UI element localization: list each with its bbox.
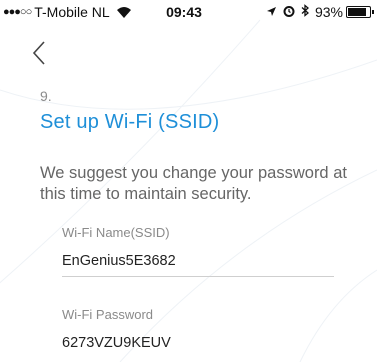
battery-fill <box>348 8 366 16</box>
ssid-input[interactable]: EnGenius5E3682 <box>62 253 334 275</box>
alarm-icon <box>283 4 295 20</box>
battery-icon <box>346 6 374 18</box>
chevron-left-icon <box>32 41 45 65</box>
back-button[interactable] <box>28 38 50 68</box>
status-right: 93% <box>266 4 374 20</box>
battery-percent: 93% <box>314 4 343 20</box>
password-label: Wi-Fi Password <box>62 307 154 322</box>
status-left: ●●●○○ T-Mobile NL <box>3 4 132 20</box>
step-description: We suggest you change your password at t… <box>40 164 347 203</box>
battery-nub <box>372 10 374 14</box>
ssid-field[interactable]: Wi-Fi Name(SSID) EnGenius5E3682 <box>62 225 334 277</box>
ssid-label: Wi-Fi Name(SSID) <box>62 225 170 240</box>
step-number: 9. <box>40 88 52 104</box>
status-time: 09:43 <box>166 4 202 20</box>
ssid-underline <box>62 276 334 277</box>
signal-strength-icon: ●●●○○ <box>3 6 32 18</box>
wifi-icon <box>116 5 132 19</box>
password-input[interactable]: 6273VZU9KEUV <box>62 335 334 357</box>
page-title: Set up Wi-Fi (SSID) <box>40 111 220 133</box>
location-arrow-icon <box>266 4 277 20</box>
carrier-name: T-Mobile NL <box>34 4 110 20</box>
bluetooth-icon <box>301 4 309 20</box>
password-field[interactable]: Wi-Fi Password 6273VZU9KEUV <box>62 307 334 357</box>
status-bar: ●●●○○ T-Mobile NL 09:43 93% <box>0 0 377 24</box>
